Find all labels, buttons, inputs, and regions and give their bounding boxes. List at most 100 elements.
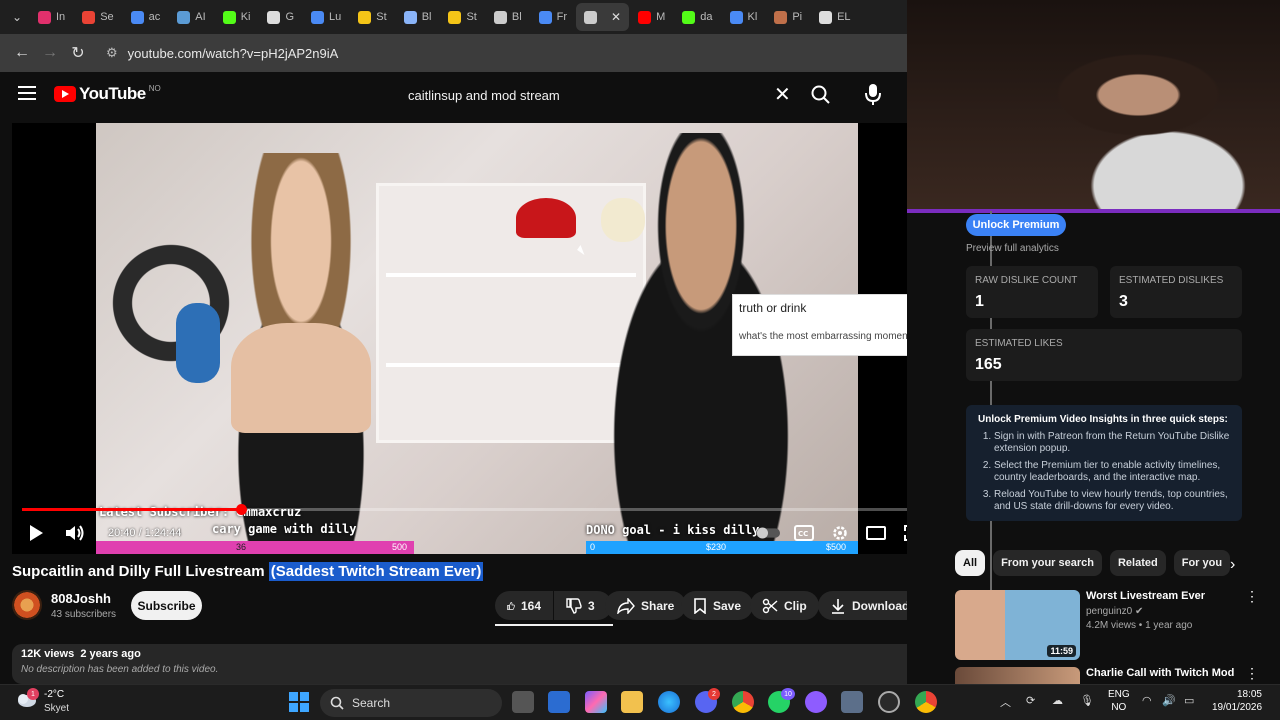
recommendation-thumbnail[interactable]: 11:59: [955, 590, 1080, 660]
share-button[interactable]: Share: [605, 591, 687, 620]
windows-start-icon[interactable]: [288, 691, 310, 713]
browser-tab[interactable]: Se: [74, 3, 121, 31]
cloud-icon[interactable]: ☁: [1052, 694, 1063, 707]
menu-icon[interactable]: [18, 86, 36, 100]
estimated-dislikes-label: ESTIMATED DISLIKES: [1119, 275, 1224, 286]
url-field[interactable]: ⚙ youtube.com/watch?v=pH2jAP2n9iA: [98, 39, 899, 67]
clock[interactable]: 18:05 19/01/2026: [1212, 688, 1262, 714]
browser-tab[interactable]: Bl: [486, 3, 530, 31]
recommendation-thumbnail[interactable]: [955, 667, 1080, 684]
raw-dislike-label: RAW DISLIKE COUNT: [975, 275, 1078, 286]
recommendation-title[interactable]: Charlie Call with Twitch Mod: [1086, 667, 1234, 679]
tab-favicon-icon: [493, 10, 507, 24]
speaker-icon[interactable]: 🔊: [1162, 694, 1176, 707]
browser-tab[interactable]: M: [630, 3, 673, 31]
browser-tab[interactable]: Lu: [303, 3, 349, 31]
chip-for-you[interactable]: For you: [1173, 550, 1231, 576]
raw-dislike-value: 1: [975, 293, 984, 310]
search-input[interactable]: caitlinsup and mod stream: [396, 78, 804, 112]
insights-step: Select the Premium tier to enable activi…: [994, 460, 1230, 484]
thumbs-down-icon: [566, 597, 582, 614]
browser-tab[interactable]: G: [259, 3, 302, 31]
weather-condition: Skyet: [44, 703, 70, 714]
theater-mode-button[interactable]: [864, 521, 888, 545]
mic-tray-icon[interactable]: 🎙: [1080, 694, 1094, 707]
browser-tab[interactable]: ac: [123, 3, 169, 31]
subscribe-button[interactable]: Subscribe: [131, 591, 202, 620]
volume-button[interactable]: [63, 521, 87, 545]
browser-tab[interactable]: Bl: [396, 3, 440, 31]
sync-icon[interactable]: ⟳: [1026, 694, 1035, 707]
captions-button[interactable]: CC: [792, 521, 816, 545]
browser-tab[interactable]: Kl: [722, 3, 766, 31]
webcam-overlay: [907, 0, 1280, 211]
channel-avatar[interactable]: [12, 590, 42, 620]
youtube-logo[interactable]: YouTube NO: [54, 84, 161, 104]
language-indicator[interactable]: ENG NO: [1108, 688, 1130, 714]
browser-tab[interactable]: Ki: [215, 3, 259, 31]
chevron-up-icon[interactable]: ︿: [1000, 694, 1011, 710]
clip-button[interactable]: Clip: [750, 591, 819, 620]
chip-from-your-search[interactable]: From your search: [993, 550, 1102, 576]
autoplay-toggle[interactable]: [756, 521, 780, 545]
browser-tab[interactable]: da: [674, 3, 720, 31]
time-total: 1:24:44: [144, 527, 182, 539]
forward-button[interactable]: →: [36, 39, 64, 67]
back-button[interactable]: ←: [8, 39, 36, 67]
save-button[interactable]: Save: [681, 591, 754, 620]
chat-app-icon[interactable]: [805, 691, 827, 713]
scissors-icon: [762, 598, 778, 613]
browser-tab[interactable]: EL: [811, 3, 858, 31]
browser-tab[interactable]: Pi: [766, 3, 810, 31]
browser-tab[interactable]: St: [440, 3, 484, 31]
browser-tab[interactable]: St: [350, 3, 394, 31]
recommendation-channel[interactable]: penguinz0 ✔: [1086, 606, 1143, 617]
chrome-icon[interactable]: [732, 691, 754, 713]
chip-related[interactable]: Related: [1109, 550, 1166, 576]
tab-favicon-icon: [774, 10, 788, 24]
clear-search-icon[interactable]: ✕: [774, 82, 791, 107]
app-icon[interactable]: [878, 691, 900, 713]
tab-search-dropdown[interactable]: ⌄: [4, 4, 30, 30]
browser-tab[interactable]: ✕: [576, 3, 630, 31]
recommendation-title[interactable]: Worst Livestream Ever: [1086, 590, 1205, 602]
reload-button[interactable]: ↻: [64, 39, 92, 67]
taskbar-search-box[interactable]: Search: [320, 689, 502, 717]
channel-name[interactable]: 808Joshh: [51, 591, 111, 606]
settings-icon[interactable]: [841, 691, 863, 713]
more-options-icon[interactable]: ⋮: [1245, 667, 1259, 682]
chip-all[interactable]: All: [955, 550, 986, 576]
voice-search-button[interactable]: [858, 78, 888, 110]
like-button[interactable]: 164: [495, 591, 553, 620]
search-button[interactable]: [806, 80, 836, 110]
play-icon: [30, 525, 43, 541]
download-button[interactable]: Download: [818, 591, 922, 620]
browser-tab[interactable]: AI: [169, 3, 213, 31]
recommendation-item[interactable]: Charlie Call with Twitch Mod ⋮: [955, 667, 1275, 684]
seek-bar[interactable]: [22, 504, 932, 515]
battery-icon[interactable]: ▭: [1184, 694, 1194, 707]
settings-button[interactable]: [828, 521, 852, 545]
view-stats: 12K views 2 years ago: [21, 648, 141, 660]
wifi-icon[interactable]: ◠: [1142, 694, 1152, 707]
more-options-icon[interactable]: ⋮: [1245, 588, 1259, 605]
unlock-premium-button[interactable]: Unlock Premium: [966, 214, 1066, 236]
store-icon[interactable]: [548, 691, 570, 713]
recommendation-item[interactable]: 11:59 Worst Livestream Ever penguinz0 ✔ …: [955, 588, 1275, 660]
site-info-icon[interactable]: ⚙: [106, 45, 118, 61]
video-player[interactable]: truth or drink what's the most embarrass…: [12, 123, 942, 554]
edge-icon[interactable]: [658, 691, 680, 713]
browser-tab[interactable]: Fr: [531, 3, 575, 31]
dislike-button[interactable]: 3: [554, 591, 612, 620]
video-title-text: Supcaitlin and Dilly Full Livestream: [12, 563, 265, 580]
close-tab-icon[interactable]: ✕: [611, 10, 621, 24]
chrome-profile-icon[interactable]: [915, 691, 937, 713]
video-title-highlighted: (Saddest Twitch Stream Ever): [268, 562, 484, 581]
file-explorer-icon[interactable]: [621, 691, 643, 713]
like-count: 164: [520, 598, 541, 613]
copilot-icon[interactable]: [585, 691, 607, 713]
browser-tab[interactable]: In: [30, 3, 73, 31]
chevron-right-icon[interactable]: ›: [1230, 556, 1235, 574]
play-button[interactable]: [24, 521, 48, 545]
task-view-icon[interactable]: [512, 691, 534, 713]
